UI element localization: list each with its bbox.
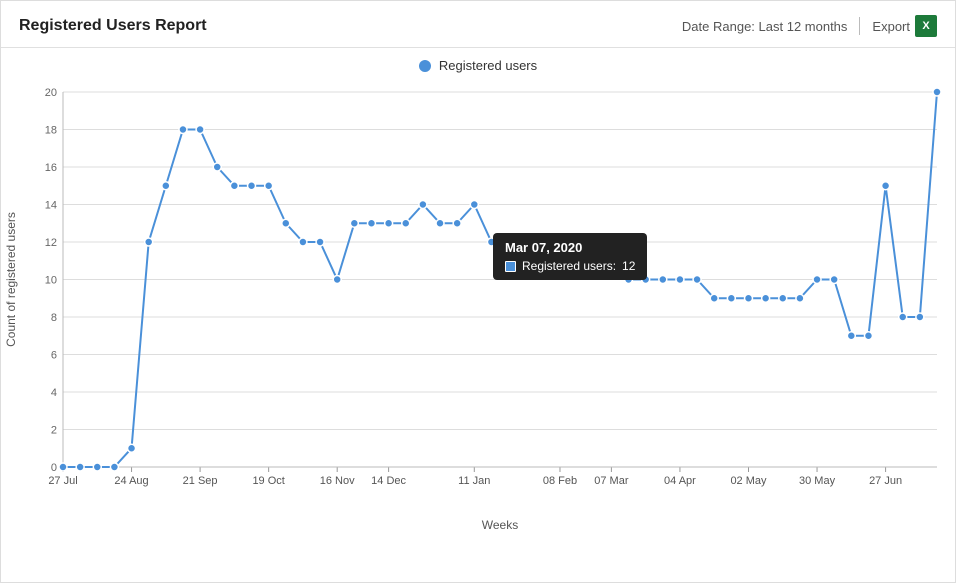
svg-text:12: 12 (45, 237, 57, 249)
chart-area: Registered users 0 2 4 6 8 10 12 14 16 18 20 27 Jul… (1, 48, 955, 574)
svg-text:Count of registered users: Count of registered users (4, 212, 18, 347)
legend-label: Registered users (439, 58, 537, 73)
svg-text:2: 2 (51, 425, 57, 437)
svg-text:0: 0 (51, 462, 57, 474)
svg-text:27 Jun: 27 Jun (869, 475, 902, 487)
svg-text:Weeks: Weeks (482, 518, 518, 532)
svg-text:02 May: 02 May (730, 475, 767, 487)
export-label: Export (872, 19, 910, 34)
svg-text:16 Nov: 16 Nov (320, 475, 355, 487)
svg-text:20: 20 (45, 87, 57, 99)
svg-text:14: 14 (45, 200, 57, 212)
svg-text:18: 18 (45, 125, 57, 137)
header-divider (859, 17, 860, 35)
svg-text:19 Oct: 19 Oct (252, 475, 284, 487)
svg-text:8: 8 (51, 312, 57, 324)
svg-text:21 Sep: 21 Sep (183, 475, 218, 487)
chart-legend: Registered users (1, 58, 955, 73)
line-chart-svg: 0 2 4 6 8 10 12 14 16 18 20 27 Jul 24 Aug 21 Sep 19 Oc… (1, 77, 956, 537)
chart-container: Registered Users Report Date Range: Last… (0, 0, 956, 583)
svg-text:6: 6 (51, 350, 57, 362)
svg-text:10: 10 (45, 275, 57, 287)
export-button[interactable]: Export X (872, 15, 937, 37)
svg-text:4: 4 (51, 387, 57, 399)
legend-dot (419, 60, 431, 72)
svg-text:30 May: 30 May (799, 475, 836, 487)
chart-title: Registered Users Report (19, 17, 207, 35)
svg-text:14 Dec: 14 Dec (371, 475, 406, 487)
svg-text:27 Jul: 27 Jul (48, 475, 77, 487)
header-right: Date Range: Last 12 months Export X (682, 15, 937, 37)
svg-text:07 Mar: 07 Mar (594, 475, 629, 487)
svg-text:24 Aug: 24 Aug (114, 475, 148, 487)
date-range-label: Date Range: Last 12 months (682, 19, 848, 34)
svg-text:16: 16 (45, 162, 57, 174)
chart-header: Registered Users Report Date Range: Last… (1, 1, 955, 48)
svg-text:08 Feb: 08 Feb (543, 475, 577, 487)
export-icon: X (915, 15, 937, 37)
svg-text:11 Jan: 11 Jan (458, 475, 490, 487)
svg-text:04 Apr: 04 Apr (664, 475, 696, 487)
